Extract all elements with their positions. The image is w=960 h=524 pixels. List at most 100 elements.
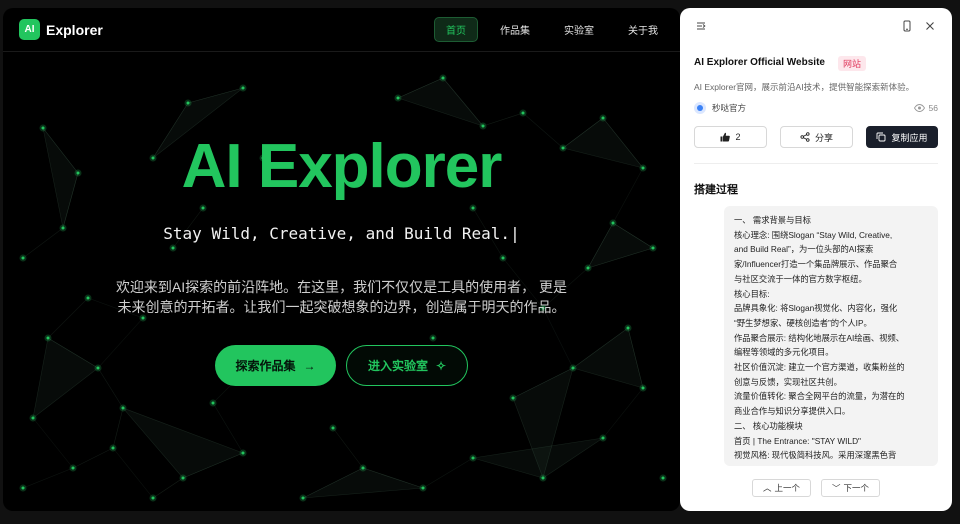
content-line: 视觉风格: 现代极简科技风。采用深邃黑色背 [734, 450, 897, 461]
network-line [332, 427, 364, 469]
site-header: AI Explorer 首页 作品集 实验室 关于我 [3, 8, 680, 52]
network-node [421, 486, 425, 490]
content-line: 流量价值转化: 聚合全网平台的流量，为潜在的 [734, 391, 905, 402]
network-shape [32, 337, 99, 419]
network-line [112, 407, 124, 449]
network-node [471, 206, 475, 210]
content-line: “野生梦想家、硬核创造者”的个人IP。 [734, 317, 872, 328]
network-node [241, 451, 245, 455]
network-line [482, 112, 524, 127]
share-icon [800, 132, 810, 142]
previous-label: 上一个 [774, 483, 801, 493]
copy-icon [877, 132, 886, 142]
network-node [331, 426, 335, 430]
network-line [542, 307, 574, 369]
mobile-view-icon[interactable] [900, 19, 914, 33]
collapse-panel-icon[interactable] [694, 19, 708, 33]
network-node [481, 124, 485, 128]
eye-icon [913, 104, 925, 112]
app-window: AI Explorer 首页 作品集 实验室 关于我 AI Explorer S… [0, 0, 960, 524]
detail-panel: AI Explorer Official Website 网站 AI Explo… [680, 8, 952, 511]
arrow-right-icon: → [303, 358, 316, 373]
network-node [511, 396, 515, 400]
copy-app-label: 复制应用 [891, 132, 928, 143]
content-line: 家/Influencer打造一个集品牌展示、作品聚合 [734, 259, 898, 270]
nav-portfolio[interactable]: 作品集 [488, 17, 542, 42]
network-node [521, 111, 525, 115]
network-line [47, 297, 89, 339]
site-description: AI Explorer官网，展示前沿AI技术，提供智能探索新体验。 [694, 82, 915, 92]
network-node [626, 326, 630, 330]
hero-description: 欢迎来到AI探索的前沿阵地。在这里，我们不仅仅是工具的使用者， 更是未来创意的开… [115, 279, 568, 315]
network-node [86, 296, 90, 300]
content-line: 品牌具象化: 将Slogan视觉化、内容化，强化 [734, 303, 898, 314]
network-shape [302, 467, 424, 499]
copy-app-button[interactable]: 复制应用 [866, 126, 938, 148]
enter-lab-button[interactable]: 进入实验室 ✧ [346, 345, 468, 386]
network-line [22, 467, 74, 489]
chevron-up-icon: ︿ [762, 483, 772, 493]
network-node [181, 476, 185, 480]
explore-portfolio-button[interactable]: 探索作品集 → [215, 345, 336, 386]
network-line [422, 457, 474, 489]
content-line: 首页 | The Entrance: "STAY WILD" [734, 435, 862, 446]
network-line [602, 387, 644, 439]
next-label: 下一个 [843, 483, 870, 493]
network-shape [572, 327, 644, 389]
site-nav: 首页 作品集 实验室 关于我 [434, 17, 670, 42]
network-node [661, 476, 665, 480]
previous-button[interactable]: ︿ 上一个 [752, 479, 811, 497]
content-line: 编程等领域的多元化项目。 [734, 347, 834, 358]
network-node [171, 246, 175, 250]
content-line: 作品聚合展示: 结构化地展示在AI绘画、视频、 [734, 332, 905, 343]
like-count: 2 [735, 132, 741, 142]
network-node [571, 366, 575, 370]
nav-home[interactable]: 首页 [434, 17, 478, 42]
share-button[interactable]: 分享 [780, 126, 853, 148]
site-title: AI Explorer Official Website [694, 57, 825, 68]
network-line [32, 417, 74, 469]
content-line: and Build Real”，为一位头部的AI探索 [734, 244, 874, 255]
network-node [96, 366, 100, 370]
close-icon[interactable] [923, 19, 937, 33]
avatar [694, 102, 706, 114]
network-node [586, 266, 590, 270]
network-line [97, 317, 144, 369]
content-line: 商业合作与知识分享提供入口。 [734, 406, 851, 417]
network-node [31, 416, 35, 420]
content-line: 核心理念: 围绕Slogan “Stay Wild, Creative, [734, 229, 893, 240]
views-value: 56 [928, 103, 938, 113]
network-node [241, 86, 245, 90]
share-label: 分享 [814, 132, 833, 143]
next-button[interactable]: ﹀ 下一个 [821, 479, 880, 497]
network-line [112, 447, 154, 499]
site-logo[interactable]: AI Explorer [19, 19, 103, 40]
build-process-content[interactable]: 一、 需求背景与目标核心理念: 围绕Slogan “Stay Wild, Cre… [724, 206, 938, 466]
divider [694, 163, 938, 164]
view-count: 56 [913, 103, 938, 113]
network-node [301, 496, 305, 500]
author-name: 秒哒官方 [712, 103, 747, 113]
network-node [361, 466, 365, 470]
network-node [641, 386, 645, 390]
network-node [471, 456, 475, 460]
sparkle-icon: ✧ [435, 358, 447, 373]
nav-lab[interactable]: 实验室 [552, 17, 606, 42]
like-button[interactable]: 2 [694, 126, 767, 148]
logo-badge: AI [19, 19, 40, 40]
network-line [72, 447, 114, 469]
hero-slogan: Stay Wild, Creative, and Build Real.| [163, 224, 520, 243]
network-node [111, 446, 115, 450]
network-node [41, 126, 45, 130]
hero-title: AI Explorer [181, 132, 503, 201]
content-line: 核心目标: [734, 288, 770, 299]
enter-lab-label: 进入实验室 [367, 359, 428, 373]
network-node [71, 466, 75, 470]
network-line [152, 477, 184, 499]
network-node [21, 256, 25, 260]
network-background [19, 74, 667, 502]
author[interactable]: 秒哒官方 [694, 102, 746, 114]
nav-about[interactable]: 关于我 [616, 17, 670, 42]
content-line: 一、 需求背景与目标 [734, 215, 811, 225]
network-node [186, 101, 190, 105]
